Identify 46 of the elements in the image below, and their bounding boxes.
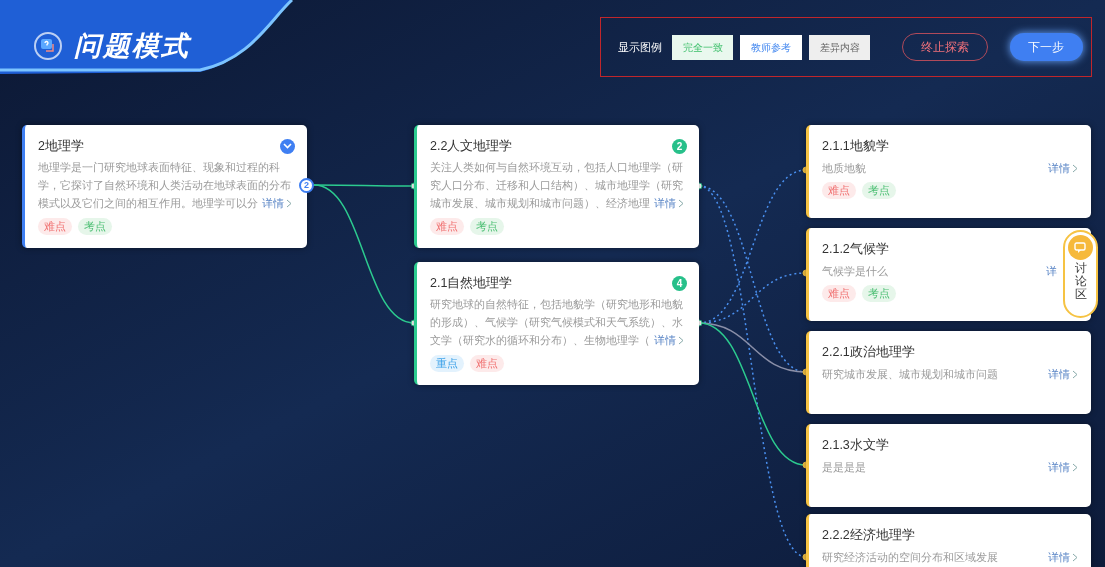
chevron-right-icon <box>1072 463 1079 473</box>
tag-label: 考点 <box>862 182 896 200</box>
tag-label: 考点 <box>862 285 896 303</box>
node-title: 2.2.1政治地理学 <box>822 344 916 361</box>
count-badge: 4 <box>672 275 687 291</box>
chevron-down-icon[interactable] <box>280 138 295 154</box>
tag-label: 难点 <box>470 354 504 372</box>
legend-item: 教师参考 <box>740 34 802 60</box>
node-title: 2地理学 <box>38 138 84 155</box>
node-title: 2.2人文地理学 <box>430 138 513 155</box>
chat-bubble-icon <box>1068 235 1093 260</box>
legend-label: 显示图例 <box>618 39 662 55</box>
chevron-right-icon <box>286 199 293 209</box>
node-title: 2.1.1地貌学 <box>822 138 890 155</box>
page-title: 问题模式 <box>74 30 190 63</box>
chevron-right-icon <box>1072 553 1079 563</box>
node-description: 研究城市发展、城市规划和城市问题 <box>822 366 998 382</box>
next-button[interactable]: 下一步 <box>1009 33 1083 61</box>
chevron-right-icon <box>678 336 685 346</box>
tag-label: 重点 <box>430 354 464 372</box>
node-title: 2.1自然地理学 <box>430 275 513 292</box>
node-title: 2.2.2经济地理学 <box>822 527 916 544</box>
tag-label: 难点 <box>430 217 464 235</box>
chevron-right-icon <box>678 199 685 209</box>
node-description: 关注人类如何与自然环境互动，包括人口地理学（研究人口分布、迁移和人口结构）、城市地理学（研究城市发展、城市规划和城市问题）、经济地理 详情 <box>430 159 685 211</box>
discussion-label: 讨论区 <box>1074 262 1087 302</box>
node-description: 地质地貌 <box>822 160 866 176</box>
tag-label: 难点 <box>822 285 856 303</box>
node-description: 研究地球的自然特征，包括地貌学（研究地形和地貌的形成）、气候学（研究气候模式和天气系统）、水文学（研究水的循环和分布）、生物地理学（ 详情 <box>430 296 685 348</box>
discussion-button[interactable]: 讨论区 <box>1063 230 1098 318</box>
question-bubble-icon <box>34 32 62 61</box>
tag-label: 难点 <box>822 182 856 200</box>
node-title: 2.1.3水文学 <box>822 437 890 454</box>
chevron-right-icon <box>1072 164 1079 174</box>
tag-label: 考点 <box>470 217 504 235</box>
node-title: 2.1.2气候学 <box>822 241 890 258</box>
node-description: 研究经济活动的空间分布和区域发展 <box>822 549 998 565</box>
count-badge: 2 <box>672 138 687 154</box>
legend-item: 完全一致 <box>672 34 734 60</box>
tag-label: 难点 <box>38 217 72 235</box>
node-description: 是是是是 <box>822 459 866 475</box>
node-description: 地理学是一门研究地球表面特征、现象和过程的科学，它探讨了自然环境和人类活动在地球表面的分布模式以及它们之间的相互作用。地理学可以分 详情 <box>38 159 293 211</box>
chevron-right-icon <box>1072 370 1079 380</box>
tag-label: 考点 <box>78 217 112 235</box>
node-description: 气候学是什么 <box>822 263 888 279</box>
legend-item: 差异内容 <box>808 34 871 60</box>
